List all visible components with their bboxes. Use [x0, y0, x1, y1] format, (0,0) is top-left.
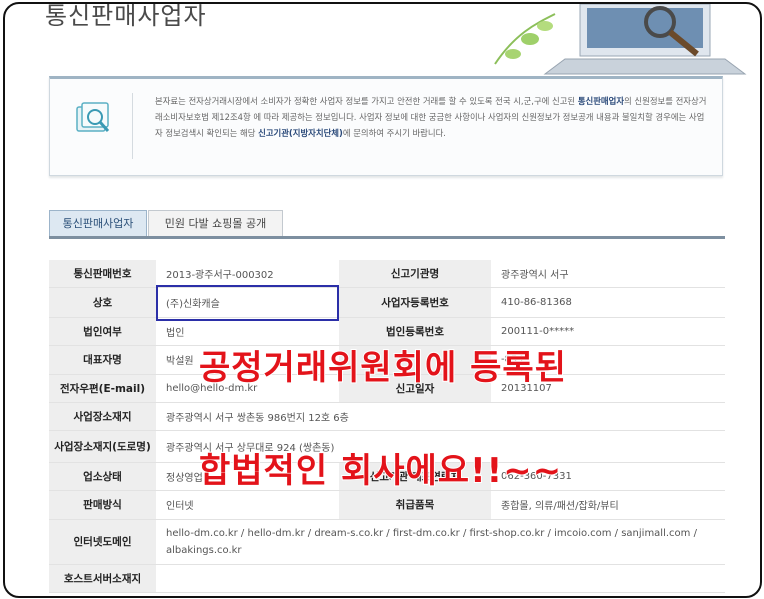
- label-cell: 법인여부: [49, 317, 156, 346]
- info-notice-box: 본자료는 전자상거래시장에서 소비자가 정확한 사업자 정보를 가지고 안전한 …: [49, 76, 723, 176]
- label-cell: 판매방식: [49, 490, 156, 520]
- label-cell: 취급품목: [339, 490, 491, 520]
- screenshot-frame: 통신판매사업자 본자료는 전자상거래시장에서 소비자가 정확한 사업자 정보를 …: [3, 2, 762, 598]
- company-name-highlight-box: [156, 285, 339, 321]
- label-cell: 신고기관명: [339, 260, 491, 288]
- tab-underline: [49, 236, 725, 239]
- value-cell: 410-86-81368: [491, 287, 725, 318]
- document-search-icon: [76, 102, 110, 132]
- table-row: 통신판매번호 2013-광주서구-000302 신고기관명 광주광역시 서구: [49, 260, 725, 288]
- label-cell: 인터넷도메인: [49, 519, 156, 565]
- label-cell: 사업장소재지(도로명): [49, 430, 156, 463]
- value-cell: 2013-광주서구-000302: [156, 260, 339, 288]
- label-cell: 대표자명: [49, 345, 156, 375]
- label-cell: 업소상태: [49, 462, 156, 491]
- value-cell: [156, 564, 725, 593]
- value-cell-domains: hello-dm.co.kr / hello-dm.kr / dream-s.c…: [156, 519, 725, 565]
- overlay-caption-line2: 합법적인 회사에요!!~~: [198, 450, 563, 492]
- seller-info-table: 통신판매번호 2013-광주서구-000302 신고기관명 광주광역시 서구 상…: [49, 260, 725, 593]
- page-title: 통신판매사업자: [45, 2, 207, 30]
- value-cell: 종합몰, 의류/패션/잡화/뷰티: [491, 490, 725, 520]
- laptop-magnifier-illustration: [494, 4, 747, 75]
- notice-bold-agency: 신고기관(지방자치단체): [258, 128, 343, 138]
- table-row: 사업장소재지 광주광역시 서구 쌍촌동 986번지 12호 6층: [49, 402, 725, 431]
- label-cell: 통신판매번호: [49, 260, 156, 288]
- overlay-caption-line1: 공정거래위원회에 등록된: [198, 347, 567, 389]
- table-row: 인터넷도메인 hello-dm.co.kr / hello-dm.kr / dr…: [49, 519, 725, 565]
- label-cell: 사업자등록번호: [339, 287, 491, 318]
- value-cell: 광주광역시 서구 쌍촌동 986번지 12호 6층: [156, 402, 725, 431]
- tab-bar: 통신판매사업자 민원 다발 쇼핑몰 공개: [49, 210, 725, 240]
- label-cell: 호스트서버소재지: [49, 564, 156, 593]
- notice-text: 본자료는 전자상거래시장에서 소비자가 정확한 사업자 정보를 가지고 안전한 …: [155, 96, 707, 138]
- notice-bold-seller: 통신판매업자: [577, 96, 625, 106]
- label-cell: 전자우편(E-mail): [49, 374, 156, 403]
- table-row: 호스트서버소재지: [49, 564, 725, 593]
- notice-divider: [132, 93, 133, 159]
- value-cell: 광주광역시 서구: [491, 260, 725, 288]
- table-row: 판매방식 인터넷 취급품목 종합몰, 의류/패션/잡화/뷰티: [49, 490, 725, 520]
- label-cell: 상호: [49, 287, 156, 318]
- value-cell: 인터넷: [156, 490, 339, 520]
- table-row: 상호 (주)신화캐슬 사업자등록번호 410-86-81368: [49, 287, 725, 318]
- tab-complaint-malls[interactable]: 민원 다발 쇼핑몰 공개: [148, 210, 283, 237]
- tab-seller[interactable]: 통신판매사업자: [49, 210, 147, 237]
- label-cell: 사업장소재지: [49, 402, 156, 431]
